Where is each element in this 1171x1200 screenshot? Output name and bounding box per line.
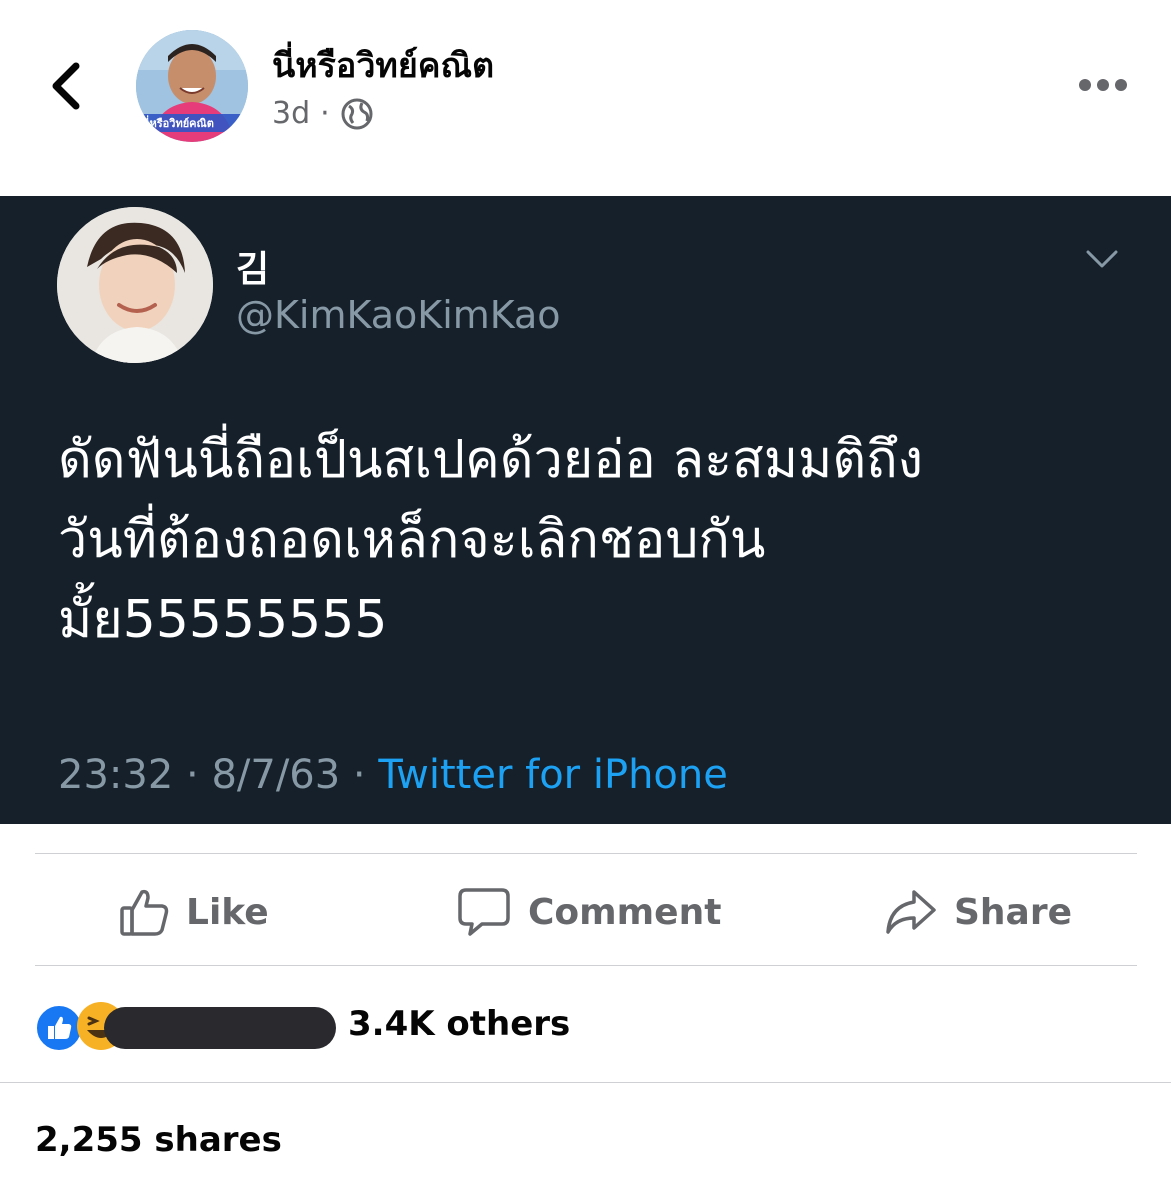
tweet-date: 8/7/63: [211, 752, 341, 798]
post-time[interactable]: 3d: [272, 96, 310, 131]
tweet-author-name: 김: [236, 249, 270, 290]
page-avatar-caption: นี่หรือวิทย์คณิต: [142, 117, 214, 130]
share-button[interactable]: Share: [884, 870, 1072, 954]
shares-count[interactable]: 2,255 shares: [35, 1120, 282, 1160]
divider-top: [35, 853, 1137, 854]
reactions-summary[interactable]: 3.4K others: [348, 1004, 570, 1044]
back-button[interactable]: [42, 58, 92, 114]
tweet-footer: 23:32 · 8/7/63 · Twitter for iPhone: [58, 752, 728, 798]
comment-button[interactable]: Comment: [456, 870, 721, 954]
tweet-author-handle: @KimKaoKimKao: [236, 293, 561, 337]
like-button[interactable]: Like: [118, 870, 269, 954]
page-avatar[interactable]: นี่หรือวิทย์คณิต: [136, 30, 248, 142]
like-reaction-glyph: [48, 1016, 72, 1039]
thumbs-up-icon: [120, 889, 169, 936]
chevron-left-icon: [52, 62, 80, 110]
divider-bottom: [35, 965, 1137, 966]
tweet-avatar-image: [57, 207, 213, 363]
comment-bubble-icon: [458, 888, 510, 936]
like-label: Like: [186, 891, 269, 933]
chevron-down-icon: [1086, 250, 1118, 268]
tweet-avatar: [57, 207, 213, 363]
comment-label: Comment: [528, 891, 722, 933]
tweet-text: ดัดฟันนี่ถือเป็นสเปคด้วยอ่อ ละสมมติถึง ว…: [58, 430, 923, 650]
share-label: Share: [954, 891, 1073, 933]
tweet-separator-1: ·: [186, 752, 199, 798]
like-reaction-icon: [35, 1004, 83, 1052]
tweet-source: Twitter for iPhone: [378, 752, 728, 798]
post-meta: 3d ·: [272, 96, 374, 131]
tweet-time: 23:32: [58, 752, 174, 798]
share-arrow-icon: [886, 890, 936, 934]
more-options-button[interactable]: [1076, 70, 1130, 100]
divider-reactions: [0, 1082, 1171, 1083]
tweet-separator-2: ·: [352, 752, 366, 798]
globe-icon: [341, 98, 373, 129]
more-dots-icon: [1079, 79, 1127, 91]
page-name[interactable]: นี่หรือวิทย์คณิต: [272, 38, 494, 92]
redacted-names-bar: [104, 1007, 336, 1049]
meta-separator: ·: [320, 96, 330, 131]
